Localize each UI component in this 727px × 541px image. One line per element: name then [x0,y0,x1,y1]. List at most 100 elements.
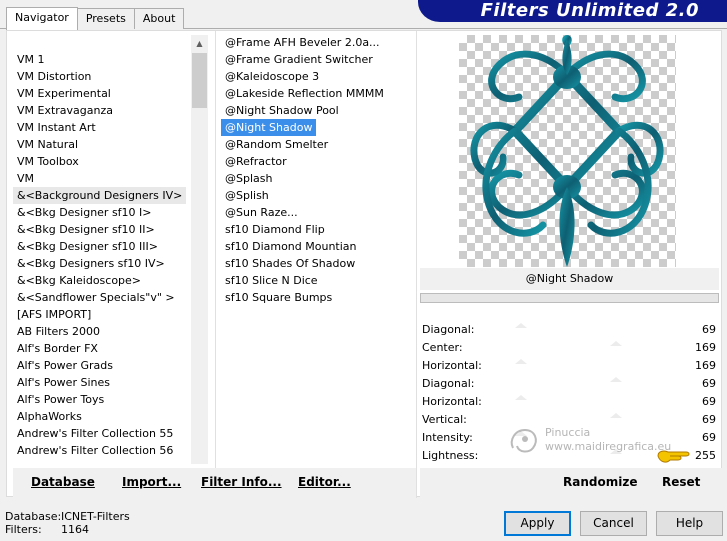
watermark-logo-icon [510,428,537,453]
category-item[interactable]: &<Bkg Designer sf10 III> [13,238,191,255]
parameter-value: 255 [695,449,716,462]
parameter-label: Center: [422,341,463,354]
parameter-slider[interactable]: Diagonal: 69 [420,321,719,339]
reset-button[interactable]: Reset [662,468,700,497]
parameter-label: Lightness: [422,449,479,462]
filters-count: 1164 [61,523,89,536]
navigator-button-bar: Database Import... Filter Info... Editor… [13,468,416,497]
category-item[interactable]: &<Bkg Designer sf10 II> [13,221,191,238]
filter-item[interactable]: @Splish [221,187,417,204]
category-item[interactable]: Andrew's Filter Collection 57 [13,459,191,463]
editor-button[interactable]: Editor... [298,468,351,497]
filter-info-button[interactable]: Filter Info... [201,468,282,497]
category-item[interactable]: VM Distortion [13,68,191,85]
category-item[interactable]: &<Background Designers IV> [13,187,187,204]
filter-item[interactable]: sf10 Diamond Flip [221,221,417,238]
parameter-label: Diagonal: [422,377,475,390]
parameter-label: Intensity: [422,431,473,444]
category-item[interactable]: VM [13,170,191,187]
tab-navigator[interactable]: Navigator [6,7,78,30]
tab-about[interactable]: About [133,8,185,29]
parameter-value: 69 [702,395,716,408]
cancel-button[interactable]: Cancel [580,511,647,536]
category-item[interactable]: Andrew's Filter Collection 56 [13,442,191,459]
filter-item[interactable]: @Frame AFH Beveler 2.0a... [221,34,417,51]
category-item[interactable]: Alf's Power Grads [13,357,191,374]
parameter-label: Vertical: [422,413,467,426]
scroll-thumb[interactable] [192,53,207,108]
slider-knob[interactable] [515,395,527,400]
category-item[interactable]: [AFS IMPORT] [13,306,191,323]
category-item[interactable]: Alf's Border FX [13,340,191,357]
category-item[interactable]: &<Bkg Designers sf10 IV> [13,255,191,272]
category-item[interactable]: Alf's Power Toys [13,391,191,408]
parameter-label: Diagonal: [422,323,475,336]
category-item[interactable]: AB Filters 2000 [13,323,191,340]
apply-button[interactable]: Apply [504,511,571,536]
category-item[interactable]: VM Natural [13,136,191,153]
database-button[interactable]: Database [31,468,95,497]
category-item[interactable]: VM Instant Art [13,119,191,136]
category-item[interactable]: Alf's Power Sines [13,374,191,391]
status-area: Database:ICNET-Filters Filters: 1164 [5,510,130,536]
parameter-value: 69 [702,413,716,426]
category-item[interactable]: VM Extravaganza [13,102,191,119]
parameter-value: 169 [695,341,716,354]
filter-item[interactable]: @Frame Gradient Switcher [221,51,417,68]
parameter-label: Horizontal: [422,359,482,372]
filter-item[interactable]: sf10 Square Bumps [221,289,417,306]
slider-knob[interactable] [515,359,527,364]
parameter-slider[interactable]: Diagonal: 69 [420,375,719,393]
filter-item[interactable]: @Night Shadow [221,119,317,136]
slider-knob[interactable] [610,413,622,418]
filter-item[interactable]: sf10 Shades Of Shadow [221,255,417,272]
category-item[interactable]: AlphaWorks [13,408,191,425]
filters-label: Filters: [5,523,42,536]
filter-item[interactable]: @Kaleidoscope 3 [221,68,417,85]
scroll-up-icon[interactable]: ▲ [191,35,208,52]
database-label: Database: [5,510,62,523]
randomize-button[interactable]: Randomize [563,468,637,497]
parameter-value: 69 [702,377,716,390]
navigator-panel: VM 1 VM Distortion VM Experimental VM Extra… [6,30,723,498]
help-button[interactable]: Help [656,511,723,536]
category-item[interactable]: &<Bkg Designer sf10 I> [13,204,191,221]
category-item[interactable]: &<Bkg Kaleidoscope> [13,272,191,289]
category-scrollbar[interactable]: ▲ [191,35,208,464]
preview-image [459,35,676,267]
ornament-image [470,35,664,267]
filter-item[interactable]: @Splash [221,170,417,187]
filter-item[interactable]: @Refractor [221,153,417,170]
slider-knob[interactable] [610,377,622,382]
filter-item[interactable]: @Random Smelter [221,136,417,153]
filter-item[interactable]: @Night Shadow Pool [221,102,417,119]
parameter-slider[interactable]: Center: 169 [420,339,719,357]
tab-presets[interactable]: Presets [76,8,135,29]
filter-item[interactable]: sf10 Diamond Mountian [221,238,417,255]
category-item[interactable]: VM 1 [13,51,191,68]
category-item[interactable]: VM Experimental [13,85,191,102]
progress-bar [420,293,719,303]
filter-item[interactable]: sf10 Slice N Dice [221,272,417,289]
filter-item[interactable]: @Lakeside Reflection MMMM [221,85,417,102]
category-item[interactable]: Andrew's Filter Collection 55 [13,425,191,442]
parameter-value: 69 [702,431,716,444]
filter-list[interactable]: @Frame AFH Beveler 2.0a... @Frame Gradien… [221,34,417,334]
database-value: ICNET-Filters [61,510,130,523]
app-banner: Filters Unlimited 2.0 [418,0,727,22]
watermark-url: www.maidiregrafica.eu [545,440,672,453]
category-list[interactable]: VM 1 VM Distortion VM Experimental VM Extra… [13,51,191,463]
list-divider [215,31,216,468]
preview-divider [416,31,417,498]
filter-item[interactable]: @Sun Raze... [221,204,417,221]
watermark-title: Pinuccia [545,426,591,439]
category-item[interactable]: &<Sandflower Specials"v" > [13,289,191,306]
slider-knob[interactable] [610,341,622,346]
import-button[interactable]: Import... [122,468,181,497]
parameter-slider[interactable]: Horizontal: 169 [420,357,719,375]
app-title: Filters Unlimited 2.0 [480,0,699,21]
parameter-slider[interactable]: Horizontal: 69 [420,393,719,411]
category-item[interactable]: VM Toolbox [13,153,191,170]
tab-strip: Navigator Presets About [6,7,185,30]
slider-knob[interactable] [515,323,527,328]
